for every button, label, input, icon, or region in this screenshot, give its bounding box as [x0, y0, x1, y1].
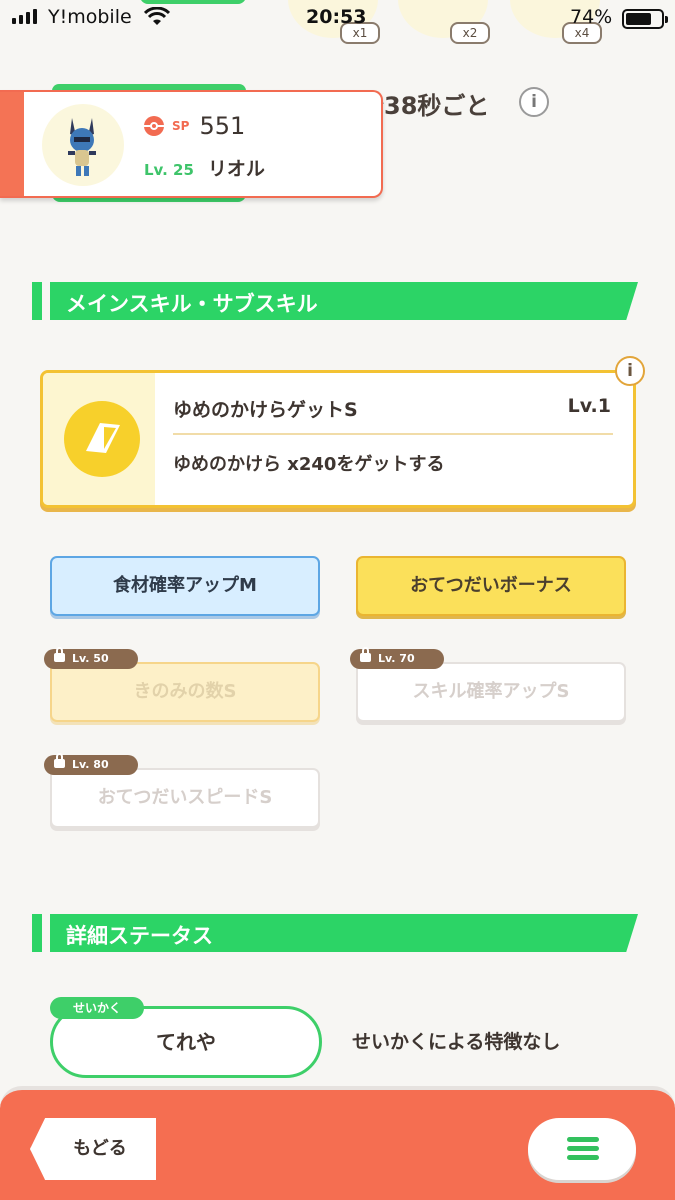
- lock-level: Lv. 70: [378, 652, 415, 665]
- pokeball-icon: [144, 116, 164, 136]
- battery-fill: [626, 13, 651, 25]
- nature-description: せいかくによる特徴なし: [352, 1031, 561, 1053]
- lock-level: Lv. 50: [72, 652, 109, 665]
- divider: [173, 433, 613, 435]
- pokemon-level: Lv. 25: [144, 161, 194, 179]
- lock-icon: [360, 647, 371, 662]
- section-title: メインスキル・サブスキル: [66, 292, 318, 316]
- level-row: Lv. 25 リオル: [144, 154, 265, 181]
- lock-badge: Lv. 50: [44, 647, 138, 669]
- back-button[interactable]: もどる: [30, 1118, 156, 1180]
- main-skill-name: ゆめのかけらゲットS: [173, 399, 358, 421]
- sub-skill-button-4[interactable]: スキル確率アップS: [356, 662, 626, 722]
- pokemon-name: リオル: [207, 158, 265, 180]
- sp-value: 551: [199, 112, 246, 140]
- signal-icon: [12, 9, 37, 24]
- sp-row: SP 551: [144, 112, 245, 140]
- main-skill-level: Lv.1: [567, 395, 611, 417]
- lock-icon: [54, 647, 65, 662]
- sub-skill-button-1[interactable]: 食材確率アップM: [50, 556, 320, 616]
- info-icon[interactable]: i: [615, 356, 645, 386]
- pokemon-card[interactable]: SP 551 Lv. 25 リオル: [0, 90, 383, 198]
- carrier-label: Y!mobile: [48, 6, 132, 28]
- main-skill-card[interactable]: ゆめのかけらゲットS Lv.1 ゆめのかけら x240をゲットする: [40, 370, 636, 508]
- main-skill-description: ゆめのかけら x240をゲットする: [173, 454, 445, 475]
- section-header-status: 詳細ステータス: [32, 914, 638, 952]
- lock-icon: [54, 753, 65, 768]
- bottom-bar: もどる: [0, 1086, 675, 1200]
- nature-tag: せいかく: [50, 997, 144, 1019]
- status-bar: Y!mobile 20:53 74%: [0, 0, 675, 40]
- card-accent-strip: [0, 92, 24, 196]
- pokemon-avatar: [42, 104, 124, 186]
- hamburger-menu-icon: [567, 1146, 599, 1151]
- sub-skill-button-3[interactable]: きのみの数S: [50, 662, 320, 722]
- section-title: 詳細ステータス: [66, 924, 213, 948]
- menu-button[interactable]: [528, 1118, 636, 1180]
- skill-icon-panel: [43, 373, 155, 505]
- clock: 20:53: [306, 6, 367, 28]
- dream-shard-icon: [64, 401, 140, 477]
- sp-label: SP: [172, 119, 190, 133]
- lock-level: Lv. 80: [72, 758, 109, 771]
- wifi-icon: [144, 7, 170, 25]
- section-header-skills: メインスキル・サブスキル: [32, 282, 638, 320]
- section-accent: [32, 282, 42, 320]
- riolu-icon: [68, 118, 96, 176]
- sub-skill-button-2[interactable]: おてつだいボーナス: [356, 556, 626, 616]
- battery-icon: [622, 9, 668, 29]
- section-accent: [32, 914, 42, 952]
- info-icon[interactable]: i: [519, 87, 549, 117]
- battery-percent: 74%: [570, 6, 613, 28]
- hamburger-menu-icon: [567, 1137, 599, 1142]
- lock-badge: Lv. 80: [44, 753, 138, 775]
- hamburger-menu-icon: [567, 1155, 599, 1160]
- lock-badge: Lv. 70: [350, 647, 444, 669]
- sub-skill-button-5[interactable]: おてつだいスピードS: [50, 768, 320, 828]
